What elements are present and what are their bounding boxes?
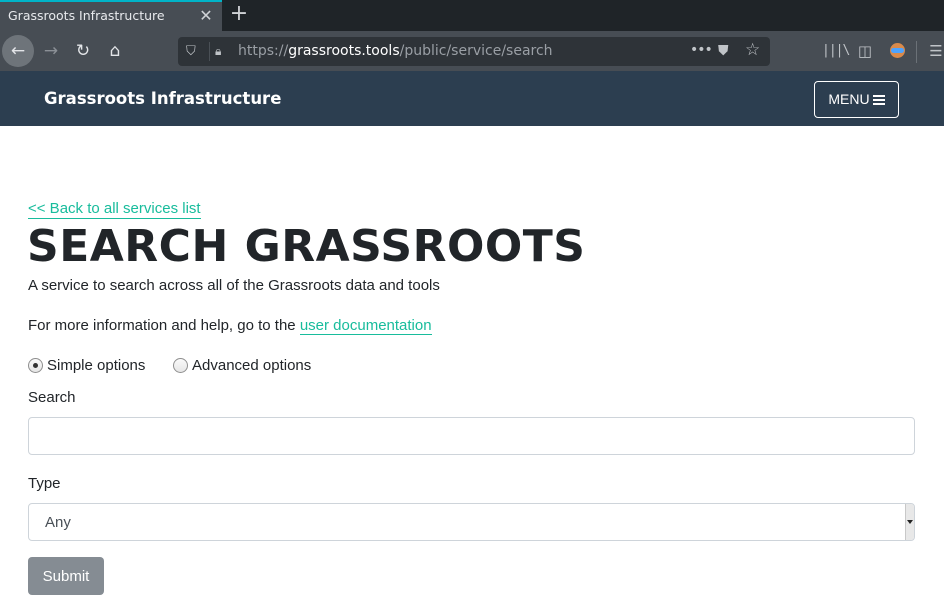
radio-checked-icon[interactable]: [28, 357, 43, 373]
service-description: A service to search across all of the Gr…: [28, 277, 440, 294]
site-header: Grassroots Infrastructure MENU: [0, 71, 944, 126]
menu-bars-icon: [872, 95, 885, 105]
type-selected-value: Any: [45, 514, 71, 531]
url-divider: [209, 42, 210, 61]
arrow-right-icon[interactable]: →: [35, 35, 67, 67]
more-info-prefix: For more information and help, go to the: [28, 317, 300, 334]
url-path: /public/service/search: [399, 43, 553, 59]
browser-tab[interactable]: Grassroots Infrastructure ✕: [0, 0, 222, 31]
user-documentation-link[interactable]: user documentation: [299, 317, 432, 335]
hamburger-icon[interactable]: ☰: [928, 40, 944, 62]
star-icon[interactable]: ☆: [745, 41, 760, 60]
sidebar-icon[interactable]: ◫: [856, 40, 874, 62]
simple-options-label: Simple options: [47, 356, 146, 374]
more-icon[interactable]: •••: [690, 41, 713, 60]
radio-unchecked-icon[interactable]: [173, 357, 188, 373]
close-icon[interactable]: ✕: [197, 6, 215, 26]
submit-button[interactable]: Submit: [28, 557, 104, 595]
type-label: Type: [28, 475, 61, 492]
search-label: Search: [28, 389, 76, 406]
simple-options-radio[interactable]: Simple options: [28, 355, 145, 375]
pocket-icon[interactable]: ⛊: [718, 42, 729, 61]
browser-tab-bar: Grassroots Infrastructure ✕ +: [0, 0, 944, 31]
advanced-options-label: Advanced options: [192, 356, 312, 374]
type-select[interactable]: Any: [28, 503, 915, 541]
tab-title: Grassroots Infrastructure: [8, 8, 165, 23]
shield-icon[interactable]: ⛉: [186, 42, 200, 61]
url-host: grassroots.tools: [288, 43, 400, 59]
plus-icon[interactable]: +: [228, 2, 250, 28]
advanced-options-radio[interactable]: Advanced options: [173, 355, 311, 375]
lock-icon[interactable]: 🔒︎: [215, 42, 221, 61]
address-bar[interactable]: ⛉ 🔒︎ https://grassroots.tools/public/ser…: [178, 37, 770, 66]
url-scheme: https://: [238, 43, 289, 59]
arrow-left-icon[interactable]: ←: [2, 35, 34, 67]
url-text[interactable]: https://grassroots.tools/public/service/…: [238, 42, 553, 61]
menu-button[interactable]: MENU: [814, 81, 899, 118]
toolbar-divider: [916, 41, 917, 63]
home-icon[interactable]: ⌂: [99, 35, 131, 67]
library-icon[interactable]: |||\: [822, 40, 850, 62]
page-title: SEARCH GRASSROOTS: [27, 221, 586, 272]
more-info-text: For more information and help, go to the…: [28, 316, 432, 335]
chevron-down-icon[interactable]: [905, 504, 914, 540]
site-title[interactable]: Grassroots Infrastructure: [44, 89, 281, 108]
account-avatar-icon[interactable]: [888, 40, 906, 62]
search-input[interactable]: [28, 417, 915, 455]
back-to-services-link[interactable]: << Back to all services list: [28, 199, 201, 219]
menu-label: MENU: [828, 91, 870, 107]
reload-icon[interactable]: ↻: [67, 35, 99, 67]
